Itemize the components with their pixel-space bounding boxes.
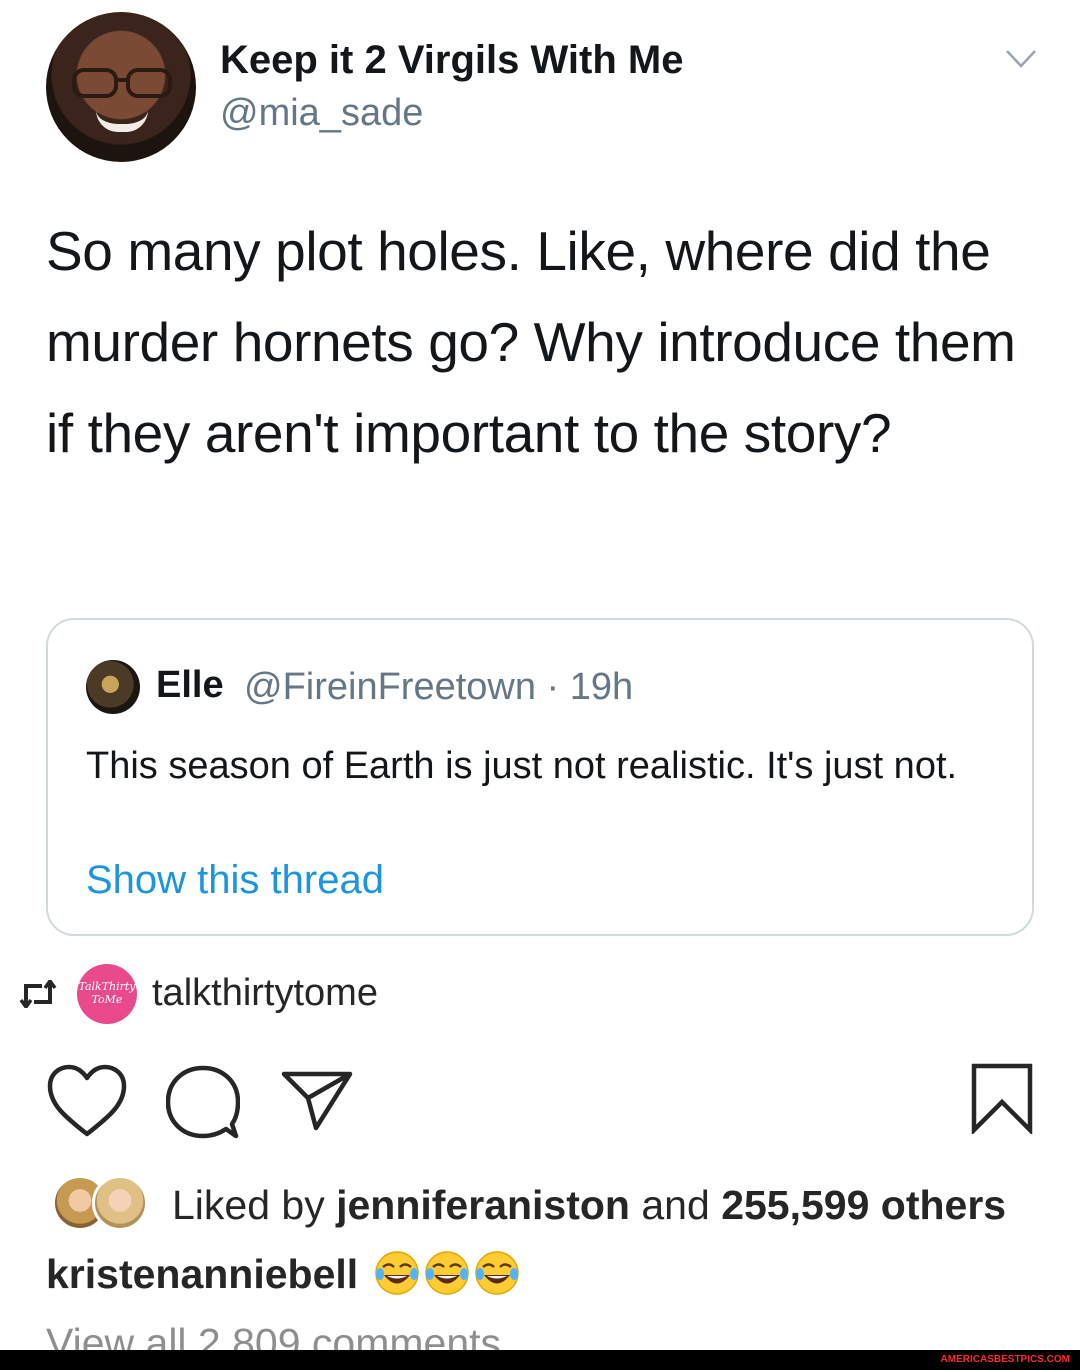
quoted-author-name[interactable]: Elle (156, 664, 224, 707)
joy-emoji-icon (424, 1251, 469, 1295)
heart-icon[interactable] (44, 1062, 130, 1140)
repost-icon (19, 980, 57, 1008)
repost-source-username[interactable]: talkthirtytome (152, 972, 378, 1015)
quoted-author-avatar[interactable] (86, 660, 140, 714)
liker-username[interactable]: jenniferaniston (336, 1182, 630, 1228)
watermark-bar (0, 1350, 1080, 1370)
bookmark-icon[interactable] (970, 1062, 1034, 1134)
caption-username[interactable]: kristenanniebell (46, 1251, 358, 1297)
tweet-text: So many plot holes. Like, where did the … (46, 220, 1016, 464)
repost-source-avatar[interactable]: TalkThirty ToMe (77, 964, 137, 1024)
liker-avatars[interactable] (52, 1175, 152, 1233)
quoted-author-handle-time: @FireinFreetown · 19h (244, 666, 634, 708)
watermark: AMERICASBESTPICS.COM (940, 1354, 1070, 1365)
joy-emoji-icon (474, 1251, 519, 1295)
liker-avatar (92, 1175, 148, 1231)
comment-icon[interactable] (166, 1062, 240, 1140)
show-thread-link[interactable]: Show this thread (86, 858, 384, 903)
smile-graphic (96, 110, 148, 132)
author-avatar[interactable] (46, 12, 196, 162)
joy-emoji-icon (374, 1251, 419, 1295)
likes-count[interactable]: 255,599 others (721, 1182, 1006, 1228)
quoted-tweet-card[interactable]: Elle @FireinFreetown · 19h This season o… (46, 618, 1034, 936)
likes-prefix: Liked by (172, 1182, 337, 1228)
author-handle[interactable]: @mia_sade (220, 92, 423, 135)
glasses-graphic (72, 68, 172, 98)
author-display-name[interactable]: Keep it 2 Virgils With Me (220, 38, 683, 83)
share-icon[interactable] (280, 1068, 354, 1132)
likes-summary[interactable]: Liked by jenniferaniston and 255,599 oth… (172, 1182, 1006, 1229)
chevron-down-icon[interactable] (1004, 48, 1038, 70)
likes-middle: and (629, 1182, 722, 1228)
quoted-tweet-text: This season of Earth is just not realist… (86, 745, 958, 787)
caption: kristenanniebell (46, 1250, 520, 1298)
